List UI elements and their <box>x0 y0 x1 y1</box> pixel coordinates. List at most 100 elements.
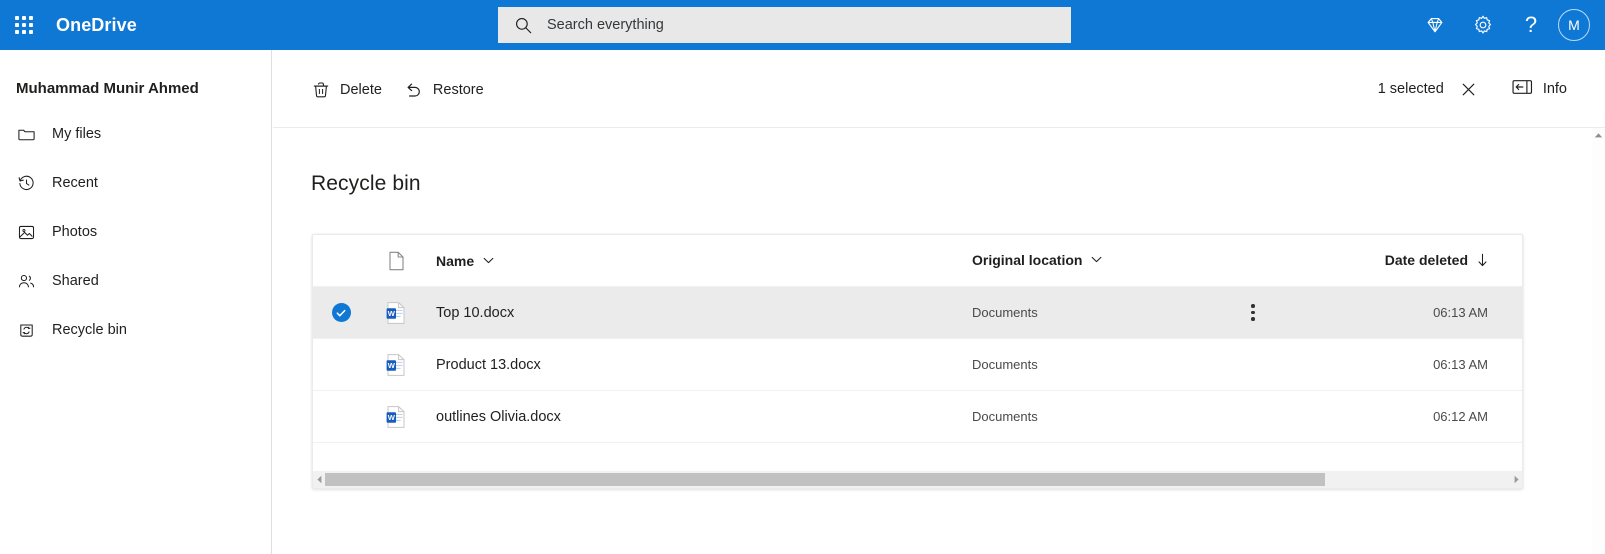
page-vertical-scrollbar[interactable] <box>1592 128 1605 554</box>
file-name[interactable]: outlines Olivia.docx <box>436 409 561 425</box>
column-header-original-location[interactable]: Original location <box>972 252 1102 268</box>
chevron-down-icon <box>1091 256 1102 263</box>
sidebar-item-photos[interactable]: Photos <box>0 215 271 249</box>
onedrive-app: OneDrive Search everything ? M Muhammad … <box>0 0 1605 554</box>
file-name[interactable]: Top 10.docx <box>436 305 514 321</box>
gear-icon[interactable] <box>1459 0 1507 50</box>
sidebar: Muhammad Munir Ahmed My files Recent Pho… <box>0 50 272 554</box>
sort-descending-icon <box>1477 253 1488 267</box>
main-content: Recycle bin Name Original location Date … <box>273 129 1605 554</box>
selection-count: 1 selected <box>1377 81 1444 97</box>
column-header-name[interactable]: Name <box>436 253 494 269</box>
scroll-left-arrow-icon[interactable] <box>313 471 325 488</box>
original-location-value: Documents <box>972 408 1038 424</box>
row-name-cell: Product 13.docx <box>423 357 972 373</box>
scroll-up-arrow-icon[interactable] <box>1592 128 1605 142</box>
column-header-name-label: Name <box>436 252 475 269</box>
table-header-row: Name Original location Date deleted <box>313 235 1522 287</box>
row-date-cell: 06:13 AM <box>1362 356 1522 374</box>
header-date-cell: Date deleted <box>1362 252 1522 270</box>
row-date-cell: 06:13 AM <box>1362 304 1522 322</box>
column-header-original-location-label: Original location <box>972 251 1083 268</box>
people-icon <box>16 271 36 291</box>
date-deleted-value: 06:13 AM <box>1433 304 1488 320</box>
file-list: Name Original location Date deleted W To… <box>312 234 1523 489</box>
header-location-cell: Original location <box>972 252 1362 270</box>
scroll-right-arrow-icon[interactable] <box>1510 471 1522 488</box>
table-row[interactable]: W Product 13.docx Documents 06:13 AM <box>313 339 1522 391</box>
svg-text:W: W <box>388 413 396 422</box>
row-checkbox[interactable] <box>313 303 369 322</box>
row-date-cell: 06:12 AM <box>1362 408 1522 426</box>
sidebar-item-label: My files <box>52 126 102 142</box>
recycle-bin-icon <box>16 320 36 340</box>
folder-icon <box>16 124 36 144</box>
svg-text:W: W <box>388 361 396 370</box>
sidebar-item-label: Photos <box>52 224 98 240</box>
photo-icon <box>16 222 36 242</box>
app-launcher-button[interactable] <box>0 0 48 50</box>
table-row[interactable]: W outlines Olivia.docx Documents 06:12 A… <box>313 391 1522 443</box>
column-header-date-deleted-label: Date deleted <box>1384 251 1468 268</box>
sidebar-item-recycle-bin[interactable]: Recycle bin <box>0 313 271 347</box>
word-doc-icon: W <box>369 405 423 429</box>
row-more-actions-icon[interactable] <box>1238 296 1268 330</box>
row-name-cell: outlines Olivia.docx <box>423 409 972 425</box>
table-row[interactable]: W Top 10.docx Documents 06:13 AM <box>313 287 1522 339</box>
row-name-cell: Top 10.docx <box>423 305 972 321</box>
brand-title[interactable]: OneDrive <box>56 15 137 36</box>
search-icon <box>514 16 533 35</box>
file-name[interactable]: Product 13.docx <box>436 357 541 373</box>
date-deleted-value: 06:13 AM <box>1433 356 1488 372</box>
original-location-value: Documents <box>972 356 1038 372</box>
waffle-icon <box>15 16 33 34</box>
info-button[interactable]: Info <box>1504 71 1575 107</box>
trash-icon <box>311 80 331 100</box>
header-name-cell: Name <box>423 253 972 269</box>
sidebar-item-my-files[interactable]: My files <box>0 117 271 151</box>
command-bar-actions: Delete Restore <box>301 71 494 109</box>
search-input[interactable] <box>547 9 1027 41</box>
delete-label: Delete <box>340 82 382 98</box>
chevron-down-icon <box>483 257 494 264</box>
premium-diamond-icon[interactable] <box>1411 0 1459 50</box>
clock-history-icon <box>16 173 36 193</box>
row-location-cell: Documents <box>972 408 1362 426</box>
suite-actions: ? M <box>1411 0 1599 50</box>
close-icon[interactable] <box>1452 72 1486 106</box>
account-name: Muhammad Munir Ahmed <box>16 80 199 97</box>
avatar[interactable]: M <box>1558 9 1590 41</box>
sidebar-item-shared[interactable]: Shared <box>0 264 271 298</box>
search-box[interactable] <box>498 7 1071 43</box>
sidebar-item-recent[interactable]: Recent <box>0 166 271 200</box>
restore-label: Restore <box>432 82 484 98</box>
original-location-value: Documents <box>972 304 1038 320</box>
file-type-icon[interactable] <box>369 251 423 271</box>
suite-header: OneDrive Search everything ? M <box>0 0 1605 50</box>
command-bar: Delete Restore 1 selected Info <box>273 50 1605 128</box>
info-panel-icon <box>1512 78 1533 101</box>
help-icon[interactable]: ? <box>1507 0 1555 50</box>
date-deleted-value: 06:12 AM <box>1433 408 1488 424</box>
row-location-cell: Documents <box>972 304 1362 322</box>
svg-text:W: W <box>388 309 396 318</box>
sidebar-item-label: Recycle bin <box>52 322 127 338</box>
horizontal-scrollbar[interactable] <box>313 471 1522 488</box>
checked-icon <box>331 303 351 322</box>
sidebar-item-label: Recent <box>52 175 98 191</box>
word-doc-icon: W <box>369 301 423 325</box>
word-doc-icon: W <box>369 353 423 377</box>
undo-arrow-icon <box>402 79 424 101</box>
horizontal-scroll-thumb[interactable] <box>325 473 1325 486</box>
info-label: Info <box>1542 81 1567 97</box>
column-header-date-deleted[interactable]: Date deleted <box>1362 252 1488 268</box>
sidebar-nav: My files Recent Photos Shared Recycle bi… <box>0 117 271 347</box>
row-location-cell: Documents <box>972 356 1362 374</box>
page-title: Recycle bin <box>311 172 421 195</box>
help-glyph: ? <box>1524 12 1538 37</box>
selection-status-group: 1 selected Info <box>1378 71 1575 107</box>
delete-button[interactable]: Delete <box>301 71 392 109</box>
restore-button[interactable]: Restore <box>392 71 494 109</box>
sidebar-item-label: Shared <box>52 273 99 289</box>
horizontal-scroll-track[interactable] <box>325 471 1510 488</box>
